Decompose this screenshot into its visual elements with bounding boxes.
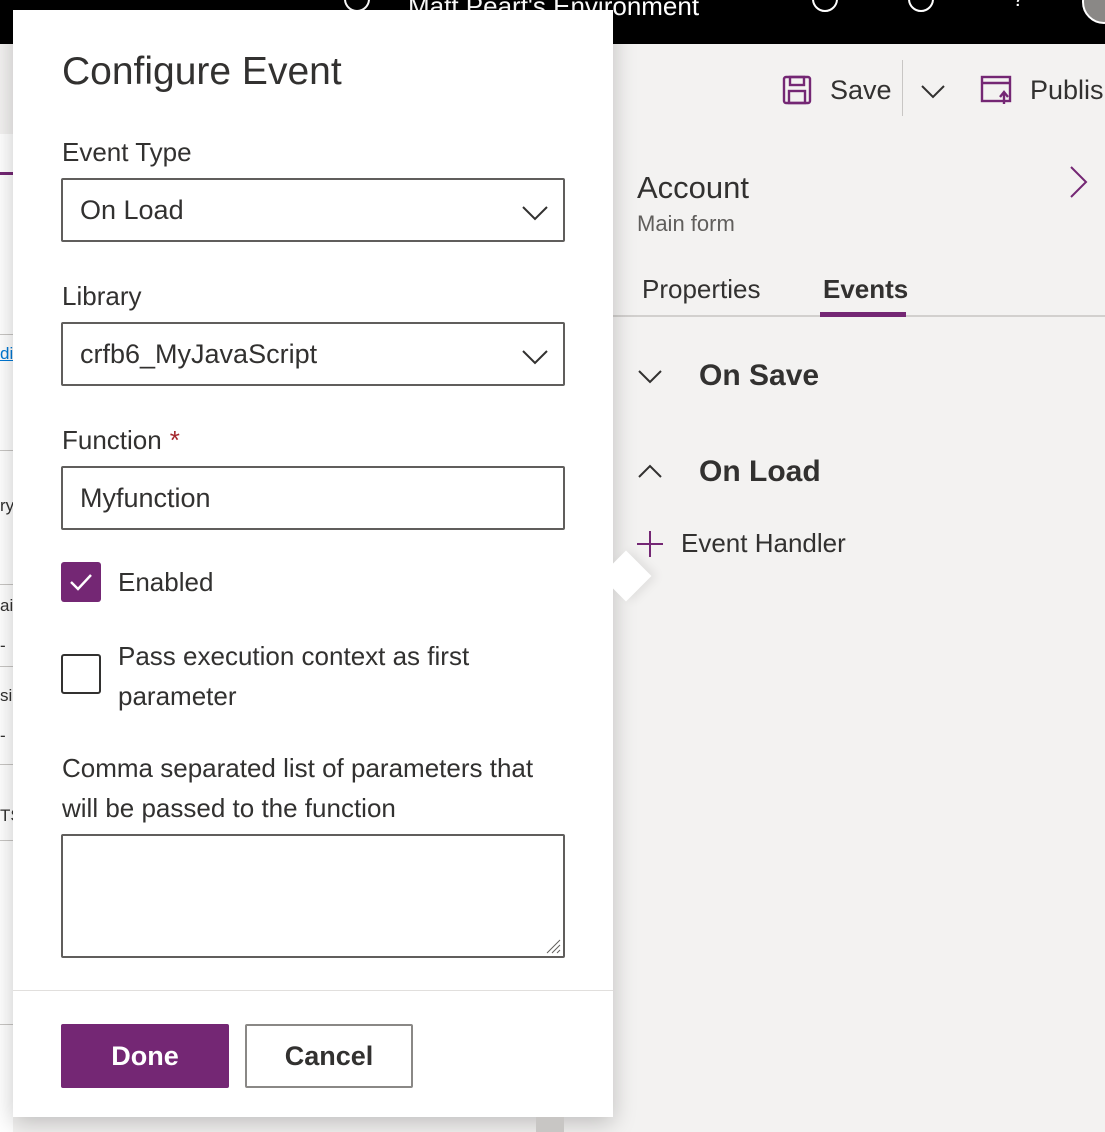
strip-divider <box>0 840 13 841</box>
publish-label: Publish <box>1030 74 1105 105</box>
tab-properties[interactable]: Properties <box>642 274 761 305</box>
strip-divider <box>0 450 13 451</box>
publish-icon <box>980 75 1012 104</box>
dialog-title: Configure Event <box>62 50 342 93</box>
strip-divider <box>0 334 13 335</box>
configure-event-dialog: Configure Event Event Type On Load Libra… <box>13 10 652 1117</box>
function-label: Function * <box>62 425 180 456</box>
tab-events[interactable]: Events <box>823 274 908 305</box>
section-label: On Save <box>699 359 820 392</box>
save-icon <box>782 75 812 105</box>
dialog-body: Configure Event Event Type On Load Libra… <box>13 10 613 1117</box>
bell-icon[interactable] <box>812 0 838 12</box>
active-tab-indicator <box>820 312 906 317</box>
strip-fragment: ai <box>0 596 13 615</box>
strip-divider <box>0 666 13 667</box>
checkmark-icon <box>70 574 92 591</box>
strip-divider <box>0 1024 13 1025</box>
save-button[interactable]: Save <box>782 72 892 108</box>
event-type-dropdown[interactable]: On Load <box>61 178 565 242</box>
event-type-value: On Load <box>80 195 184 225</box>
event-type-label: Event Type <box>62 137 192 167</box>
gear-icon[interactable] <box>908 0 934 12</box>
chevron-right-icon[interactable] <box>1065 164 1091 200</box>
strip-fragment: - <box>0 636 6 655</box>
parameters-label: Comma separated list of parameters that … <box>62 753 534 823</box>
function-field[interactable]: Myfunction <box>61 466 565 530</box>
chevron-down-icon <box>522 350 548 365</box>
save-label: Save <box>830 74 892 105</box>
required-marker: * <box>169 425 180 455</box>
pass-context-label: Pass execution context as first paramete… <box>118 641 470 711</box>
help-icon[interactable]: ? <box>1012 0 1024 12</box>
strip-fragment: si <box>0 686 13 705</box>
footer-divider <box>13 990 613 991</box>
strip-divider <box>0 584 13 585</box>
panel-title: Account <box>637 170 750 205</box>
command-divider <box>902 60 903 116</box>
parameters-textarea[interactable] <box>61 834 565 958</box>
enabled-checkbox[interactable] <box>61 562 101 602</box>
library-label: Library <box>62 281 142 311</box>
chevron-down-icon <box>638 370 662 384</box>
strip-fragment: TS <box>0 806 13 825</box>
left-strip: di ry ai - si - TS <box>0 134 13 1132</box>
form-properties-panel: Account Main form Properties Events On S… <box>613 134 1105 1132</box>
publish-button[interactable]: Publish <box>980 72 1105 108</box>
section-label: On Load <box>699 455 821 488</box>
section-on-load[interactable]: On Load <box>637 452 821 492</box>
avatar[interactable] <box>1082 0 1105 24</box>
strip-fragment: ry <box>0 496 13 515</box>
function-label-text: Function <box>62 425 162 455</box>
pass-context-checkbox[interactable] <box>61 654 101 694</box>
strip-accent <box>0 172 13 175</box>
cancel-button[interactable]: Cancel <box>245 1024 413 1088</box>
library-dropdown[interactable]: crfb6_MyJavaScript <box>61 322 565 386</box>
strip-divider <box>0 764 13 765</box>
add-event-handler-button[interactable]: Event Handler <box>635 528 846 559</box>
done-button[interactable]: Done <box>61 1024 229 1088</box>
chevron-down-icon[interactable] <box>918 76 948 106</box>
panel-subtitle: Main form <box>637 211 735 236</box>
section-on-save[interactable]: On Save <box>637 356 819 396</box>
strip-fragment: - <box>0 726 6 745</box>
strip-fragment: di <box>0 344 13 363</box>
function-value: Myfunction <box>80 483 211 513</box>
panel-tabs: Properties Events <box>613 270 1105 317</box>
library-value: crfb6_MyJavaScript <box>80 339 318 369</box>
chevron-down-icon <box>522 206 548 221</box>
enabled-label: Enabled <box>118 567 214 597</box>
plus-icon <box>637 530 663 557</box>
resize-grip-icon[interactable] <box>543 936 561 954</box>
chevron-up-icon <box>638 464 662 478</box>
add-handler-label: Event Handler <box>681 528 846 558</box>
scrollbar-thumb[interactable] <box>536 1117 564 1132</box>
